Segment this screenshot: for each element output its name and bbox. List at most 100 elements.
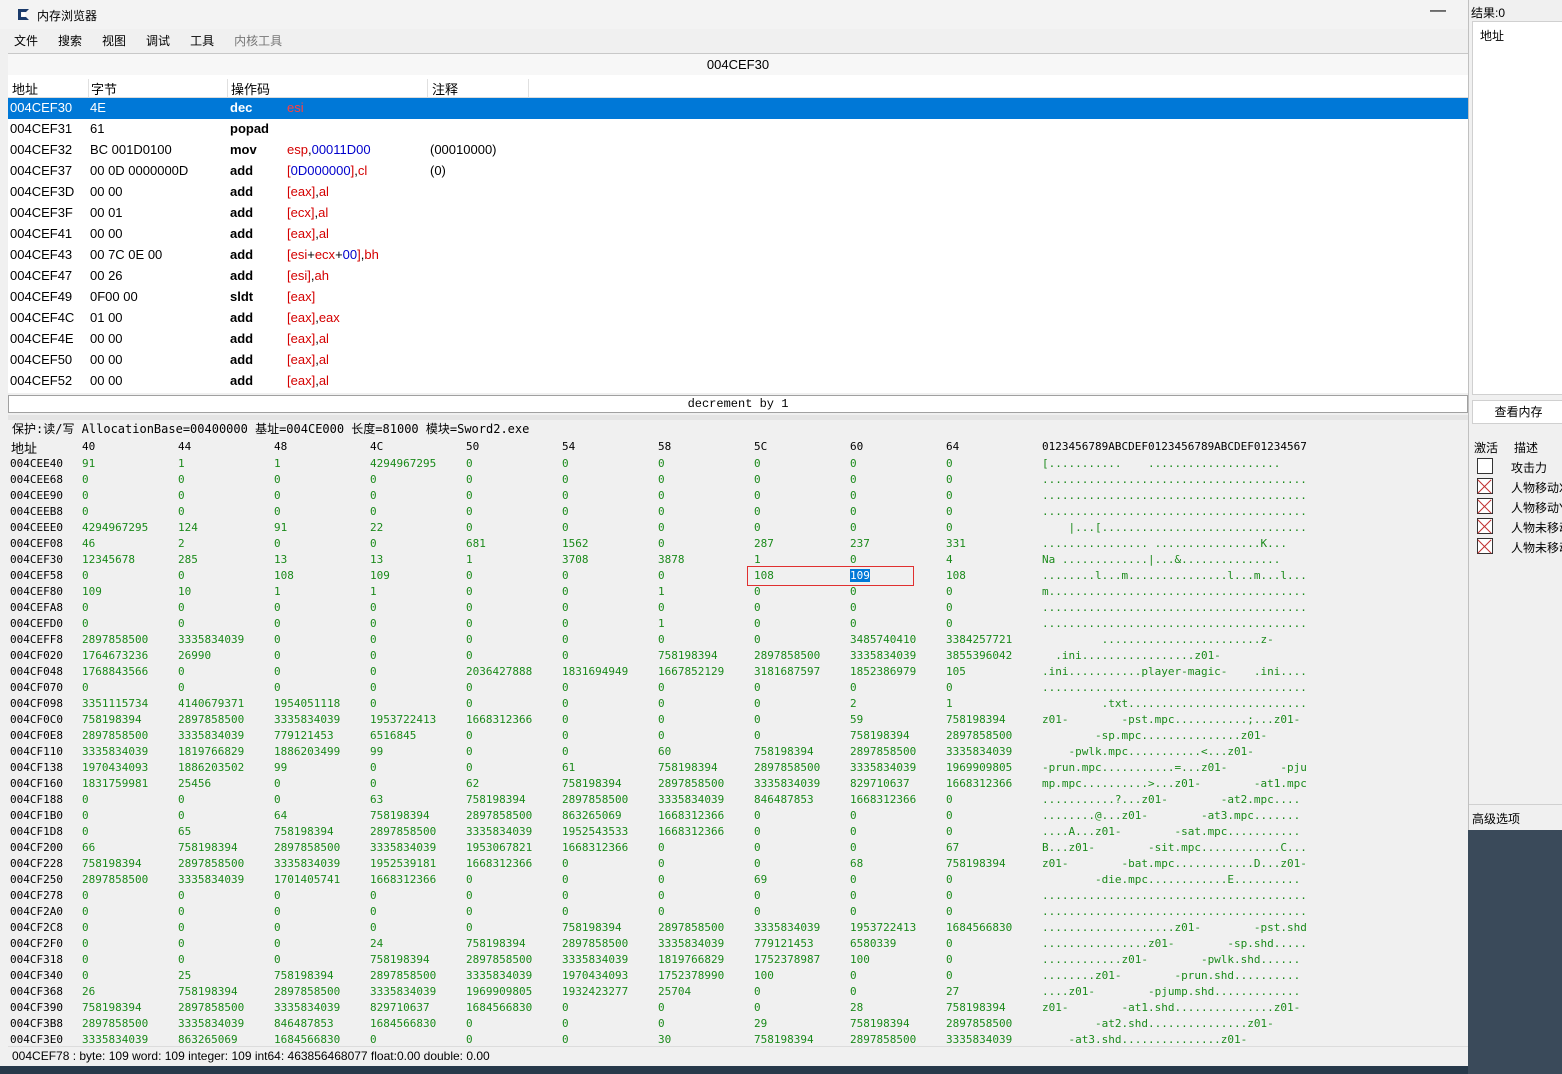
- hex-value[interactable]: 3335834039: [658, 937, 724, 950]
- hex-row[interactable]: 004CF3B8 2897858500 3335834039 846487853 168…: [8, 1016, 1468, 1032]
- disassembly-row[interactable]: 004CEF4E 00 00 add [eax],al: [8, 329, 1468, 350]
- hex-value[interactable]: 237: [850, 537, 870, 550]
- hex-value[interactable]: 0: [946, 937, 953, 950]
- hex-value[interactable]: 1831759981: [82, 777, 148, 790]
- hex-value[interactable]: 0: [466, 873, 473, 886]
- hex-value[interactable]: 0: [466, 505, 473, 518]
- hex-value[interactable]: 0: [850, 521, 857, 534]
- hex-value[interactable]: 0: [466, 569, 473, 582]
- hex-value[interactable]: 0: [178, 601, 185, 614]
- hex-value[interactable]: 1684566830: [946, 921, 1012, 934]
- hex-value[interactable]: 60: [658, 745, 671, 758]
- hex-value[interactable]: 3335834039: [466, 969, 532, 982]
- hex-value[interactable]: 1831694949: [562, 665, 628, 678]
- disassembly-row[interactable]: 004CEF41 00 00 add [eax],al: [8, 224, 1468, 245]
- hex-value[interactable]: 2897858500: [370, 969, 436, 982]
- advanced-options-button[interactable]: 高级选项: [1472, 810, 1520, 827]
- active-checkbox[interactable]: [1477, 518, 1493, 534]
- hex-value[interactable]: 0: [562, 585, 569, 598]
- hex-row[interactable]: 004CEF30 12345678 285 13 13 1 3708 3878 1 0 4 Na ..…: [8, 552, 1468, 568]
- hex-value[interactable]: 3335834039: [274, 1001, 340, 1014]
- hex-value[interactable]: 0: [754, 473, 761, 486]
- hex-value[interactable]: 1: [274, 457, 281, 470]
- hex-value[interactable]: 0: [946, 489, 953, 502]
- hex-value[interactable]: 1: [754, 553, 761, 566]
- hex-value[interactable]: 0: [466, 745, 473, 758]
- hex-value[interactable]: 3335834039: [658, 793, 724, 806]
- hex-value[interactable]: 61: [562, 761, 575, 774]
- hex-value[interactable]: 0: [658, 521, 665, 534]
- hex-value[interactable]: 0: [178, 665, 185, 678]
- hex-value[interactable]: 1: [466, 553, 473, 566]
- hex-value[interactable]: 25704: [658, 985, 691, 998]
- hex-value[interactable]: 0: [82, 617, 89, 630]
- hex-value[interactable]: 0: [946, 825, 953, 838]
- disassembly-row[interactable]: 004CEF4C 01 00 add [eax],eax: [8, 308, 1468, 329]
- hex-value[interactable]: 758198394: [178, 841, 238, 854]
- hex-value[interactable]: 0: [370, 665, 377, 678]
- hex-value[interactable]: 91: [274, 521, 287, 534]
- hex-value[interactable]: 0: [274, 681, 281, 694]
- hex-row[interactable]: 004CF340 0 25 758198394 2897858500 3335834039…: [8, 968, 1468, 984]
- hex-value[interactable]: 758198394: [946, 1001, 1006, 1014]
- hex-value[interactable]: 2897858500: [82, 729, 148, 742]
- hex-value[interactable]: 2897858500: [274, 985, 340, 998]
- hex-value[interactable]: 1953067821: [466, 841, 532, 854]
- hex-value[interactable]: 0: [946, 601, 953, 614]
- hex-value[interactable]: 758198394: [274, 825, 334, 838]
- hex-value[interactable]: 0: [562, 633, 569, 646]
- hex-value[interactable]: 0: [946, 953, 953, 966]
- hex-value[interactable]: 27: [946, 985, 959, 998]
- hex-value[interactable]: 0: [178, 569, 185, 582]
- hex-value[interactable]: 0: [370, 505, 377, 518]
- hex-value[interactable]: 3335834039: [466, 825, 532, 838]
- hex-row[interactable]: 004CF0E8 2897858500 3335834039 779121453 651…: [8, 728, 1468, 744]
- hex-value[interactable]: 59: [850, 713, 863, 726]
- hex-value[interactable]: 3335834039: [178, 1017, 244, 1030]
- hex-value[interactable]: 13: [370, 553, 383, 566]
- hex-value[interactable]: 758198394: [370, 953, 430, 966]
- hex-value[interactable]: 0: [754, 825, 761, 838]
- hex-value[interactable]: 124: [178, 521, 198, 534]
- hex-value[interactable]: 0: [946, 617, 953, 630]
- hex-value[interactable]: 0: [754, 857, 761, 870]
- hex-value[interactable]: 285: [178, 553, 198, 566]
- hex-value[interactable]: 0: [178, 905, 185, 918]
- hex-value[interactable]: 28: [850, 1001, 863, 1014]
- hex-value[interactable]: 0: [466, 585, 473, 598]
- hex-value[interactable]: 4294967295: [370, 457, 436, 470]
- hex-value[interactable]: 0: [82, 937, 89, 950]
- hex-value[interactable]: 0: [82, 505, 89, 518]
- active-checkbox[interactable]: [1477, 478, 1493, 494]
- hex-value[interactable]: 0: [466, 921, 473, 934]
- hex-value[interactable]: 109: [370, 569, 390, 582]
- hex-value[interactable]: 105: [946, 665, 966, 678]
- hex-value[interactable]: 0: [658, 633, 665, 646]
- hex-value[interactable]: 1: [178, 457, 185, 470]
- hex-value[interactable]: 0: [658, 697, 665, 710]
- hex-value[interactable]: 3181687597: [754, 665, 820, 678]
- hex-value[interactable]: 0: [658, 569, 665, 582]
- hex-value[interactable]: 0: [562, 505, 569, 518]
- hex-value[interactable]: 0: [754, 841, 761, 854]
- hex-value[interactable]: 681: [466, 537, 486, 550]
- hex-value[interactable]: 3335834039: [178, 633, 244, 646]
- hex-value[interactable]: 0: [82, 889, 89, 902]
- hex-value[interactable]: 0: [562, 649, 569, 662]
- hex-value[interactable]: 0: [754, 729, 761, 742]
- hex-value[interactable]: 0: [946, 809, 953, 822]
- hex-value[interactable]: 0: [178, 921, 185, 934]
- hex-value[interactable]: 0: [178, 681, 185, 694]
- hex-value[interactable]: 1668312366: [658, 825, 724, 838]
- header-description[interactable]: 描述: [1514, 439, 1538, 456]
- hex-value[interactable]: 0: [274, 649, 281, 662]
- hex-value[interactable]: 3335834039: [850, 761, 916, 774]
- hex-value[interactable]: 0: [562, 569, 569, 582]
- hex-value[interactable]: 2897858500: [466, 953, 532, 966]
- hex-value[interactable]: 3335834039: [274, 857, 340, 870]
- hex-value[interactable]: 0: [658, 841, 665, 854]
- hex-value[interactable]: 758198394: [850, 729, 910, 742]
- hex-value[interactable]: 846487853: [274, 1017, 334, 1030]
- hex-value[interactable]: 1764673236: [82, 649, 148, 662]
- hex-value[interactable]: 3335834039: [946, 745, 1012, 758]
